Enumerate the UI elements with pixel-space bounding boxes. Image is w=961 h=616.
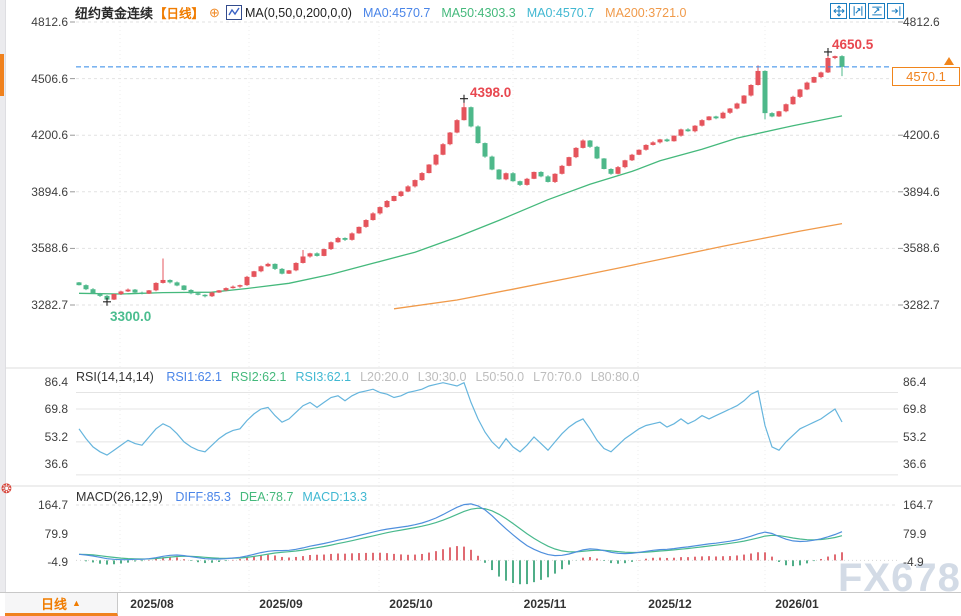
x-axis-label: 2025/08	[112, 597, 192, 611]
x-axis-label: 2025/10	[371, 597, 451, 611]
line-chart-icon[interactable]	[226, 5, 242, 20]
y-axis-label: 4200.6	[22, 128, 68, 142]
indicator-value-label: RSI1:62.1	[166, 370, 222, 384]
y-axis-label: 69.8	[903, 402, 957, 416]
rsi-values: RSI1:62.1 RSI2:62.1 RSI3:62.1 L20:20.0 L30:3…	[166, 370, 648, 384]
indicator-value-label: L80:80.0	[591, 370, 640, 384]
y-axis-label: 4506.6	[22, 72, 68, 86]
y-axis-label: 53.2	[22, 430, 68, 444]
y-axis-label: 3588.6	[22, 241, 68, 255]
go-to-latest-icon[interactable]	[887, 3, 904, 19]
time-axis-bar: 日线 ▲ 2025/08 2025/09 2025/10 2025/11 202…	[0, 592, 961, 616]
y-axis-label: 3282.7	[22, 298, 68, 312]
symbol-title: 纽约黄金连续	[75, 3, 153, 22]
y-axis-label: 79.9	[903, 527, 957, 541]
indicator-value-label: DEA:78.7	[240, 490, 294, 504]
y-axis-label: 79.9	[22, 527, 68, 541]
y-axis-label: 86.4	[22, 375, 68, 389]
low-price-label: 3300.0	[110, 309, 151, 324]
fit-vertical-icon[interactable]	[849, 3, 866, 19]
x-axis-label: 2025/12	[630, 597, 710, 611]
add-indicator-icon[interactable]: ⊕	[209, 5, 220, 21]
indicator-value-label: L30:30.0	[418, 370, 467, 384]
chart-toolbar	[828, 3, 904, 19]
fit-horizontal-icon[interactable]	[868, 3, 885, 19]
chart-header: 纽约黄金连续 【日线】 ⊕ MA(0,50,0,200,0,0) MA0:457…	[75, 3, 686, 22]
indicator-value-label: L50:50.0	[475, 370, 524, 384]
indicator-value-label: L70:70.0	[533, 370, 582, 384]
indicator-value-label: MA200:3721.0	[605, 6, 686, 20]
y-axis-label: -4.9	[22, 555, 68, 569]
macd-header: MACD(26,12,9) DIFF:85.3 DEA:78.7 MACD:13.3	[76, 490, 385, 504]
rsi-header: RSI(14,14,14) RSI1:62.1 RSI2:62.1 RSI3:62.…	[76, 370, 657, 384]
y-axis-label: -4.9	[903, 555, 957, 569]
move-tool-icon[interactable]	[830, 3, 847, 19]
indicator-value-label: MA0:4570.7	[527, 6, 594, 20]
y-axis-label: 3588.6	[903, 241, 957, 255]
tab-daily[interactable]: 日线 ▲	[5, 593, 118, 616]
indicator-value-label: MA0:4570.7	[363, 6, 430, 20]
y-axis-label: 164.7	[903, 498, 957, 512]
period-tag: 【日线】	[154, 3, 204, 22]
indicator-value-label: RSI2:62.1	[231, 370, 287, 384]
indicator-value-label: RSI3:62.1	[296, 370, 352, 384]
y-axis-label: 4812.6	[903, 15, 957, 29]
tab-daily-label: 日线	[41, 594, 67, 613]
ma-values: MA0:4570.7 MA50:4303.3 MA0:4570.7 MA200:372…	[352, 6, 687, 20]
indicator-value-label: MA50:4303.3	[441, 6, 515, 20]
peak-price-label: 4398.0	[470, 85, 511, 100]
sun-marker-icon: ❂	[1, 482, 12, 495]
y-axis-label: 164.7	[22, 498, 68, 512]
price-arrow-icon	[944, 57, 954, 65]
y-axis-label: 3282.7	[903, 298, 957, 312]
y-axis-label: 36.6	[22, 457, 68, 471]
y-axis-label: 3894.6	[903, 185, 957, 199]
chevron-up-icon: ▲	[72, 598, 81, 608]
indicator-value-label: L20:20.0	[360, 370, 409, 384]
y-axis-label: 4200.6	[903, 128, 957, 142]
x-axis-label: 2025/09	[241, 597, 321, 611]
macd-name-label: MACD(26,12,9)	[76, 490, 163, 504]
indicator-value-label: MACD:13.3	[302, 490, 367, 504]
current-price-box: 4570.1	[892, 67, 960, 86]
y-axis-label: 86.4	[903, 375, 957, 389]
scrollbar-thumb[interactable]	[0, 54, 4, 96]
y-axis-label: 69.8	[22, 402, 68, 416]
y-axis-label: 36.6	[903, 457, 957, 471]
ma-settings-label: MA(0,50,0,200,0,0)	[245, 6, 352, 20]
indicator-value-label: DIFF:85.3	[175, 490, 231, 504]
x-axis-label: 2025/11	[505, 597, 585, 611]
left-scrollbar[interactable]	[0, 0, 6, 592]
macd-values: DIFF:85.3 DEA:78.7 MACD:13.3	[175, 490, 376, 504]
chart-window: ❂ 纽约黄金连续 【日线】 ⊕ MA(0,50,0,200,0,0) MA0:4…	[0, 0, 961, 616]
high-price-label: 4650.5	[832, 37, 873, 52]
x-axis-label: 2026/01	[757, 597, 837, 611]
y-axis-label: 3894.6	[22, 185, 68, 199]
rsi-name-label: RSI(14,14,14)	[76, 370, 154, 384]
y-axis-label: 53.2	[903, 430, 957, 444]
y-axis-label: 4812.6	[22, 15, 68, 29]
